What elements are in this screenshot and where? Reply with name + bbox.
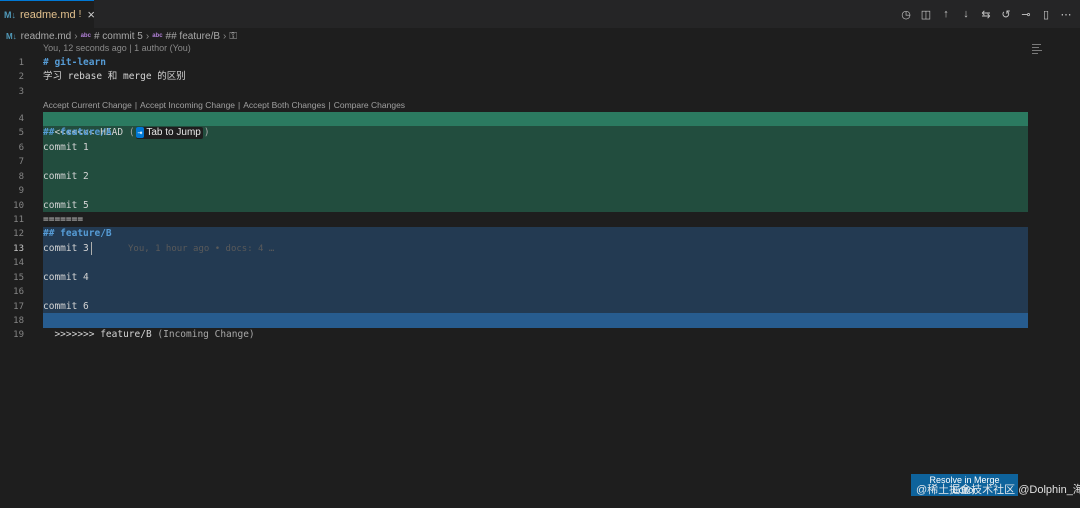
source-control-icon[interactable]: ⇆ [978, 6, 994, 22]
line-number: 7 [18, 157, 24, 167]
accept-current-change-button[interactable]: Accept Current Change [43, 100, 132, 110]
breadcrumb-commit-5[interactable]: # commit 5 [94, 31, 143, 42]
code-line-1[interactable]: # git-learn [43, 56, 106, 70]
incoming-change-highlight [43, 227, 1028, 313]
merge-codelens: Accept Current Change | Accept Incoming … [43, 100, 406, 110]
symbol-string-icon: abc [80, 33, 91, 39]
code-line-10[interactable]: commit 5 [43, 199, 89, 213]
conflict-marker: ! [78, 9, 82, 20]
line-number: 15 [13, 273, 24, 283]
chevron-right-icon: › [223, 30, 227, 42]
line-number: 9 [18, 186, 24, 196]
incoming-change-label: (Incoming Change) [157, 329, 255, 340]
line-number: 11 [13, 215, 24, 225]
more-actions-icon[interactable]: ⋯ [1058, 6, 1074, 22]
breadcrumb: M↓ readme.md › abc # commit 5 › abc ## f… [0, 29, 1080, 43]
line-number: 2 [18, 72, 24, 82]
code-line-6[interactable]: commit 1 [43, 141, 89, 155]
compare-changes-button[interactable]: Compare Changes [334, 100, 405, 110]
code-line-13[interactable]: commit 3 [43, 242, 89, 256]
code-line-11[interactable]: ======= [43, 213, 83, 227]
breadcrumb-feature-b[interactable]: ## feature/B [166, 31, 220, 42]
symbol-string-icon: abc [152, 33, 163, 39]
editor-actions: ◷ ◫ ↑ ↓ ⇆ ↺ ⊸ ▯ ⋯ [898, 4, 1074, 24]
line-number: 10 [13, 201, 24, 211]
watermark: @稀土掘金技术社区 @Dolphin_海豚 [916, 484, 1080, 496]
commit-node-icon[interactable]: ⊸ [1018, 6, 1034, 22]
text-cursor [91, 242, 92, 255]
line-number: 4 [18, 114, 24, 124]
chevron-right-icon: › [74, 30, 78, 42]
line-number: 6 [18, 143, 24, 153]
line-number: 18 [13, 316, 24, 326]
line-number: 17 [13, 302, 24, 312]
line-number: 1 [18, 58, 24, 68]
timeline-icon[interactable]: ◷ [898, 6, 914, 22]
code-line-5[interactable]: ## feature/A [43, 126, 112, 140]
breadcrumb-file[interactable]: readme.md [21, 31, 72, 42]
split-editor-icon[interactable]: ▯ [1038, 6, 1054, 22]
tab-key-icon: ⇥ [135, 127, 145, 138]
tab-title: readme.md [20, 8, 76, 21]
accept-incoming-change-button[interactable]: Accept Incoming Change [140, 100, 235, 110]
line-number: 19 [13, 330, 24, 340]
code-line-12[interactable]: ## feature/B [43, 227, 112, 241]
code-line-2[interactable]: 学习 rebase 和 merge 的区别 [43, 70, 186, 84]
code-line-15[interactable]: commit 4 [43, 271, 89, 285]
conflict-end-marker: >>>>>>> feature/B [54, 329, 158, 340]
line-number: 3 [18, 87, 24, 97]
code-line-17[interactable]: commit 6 [43, 300, 89, 314]
next-conflict-icon[interactable]: ↓ [958, 6, 974, 22]
close-icon[interactable]: × [87, 7, 95, 22]
line-number: 12 [13, 229, 24, 239]
line-number: 16 [13, 287, 24, 297]
line-number: 5 [18, 128, 24, 138]
open-changes-icon[interactable]: ◫ [918, 6, 934, 22]
code-line-4[interactable]: <<<<<<< HEAD (⇥ Tab to Jump) [43, 112, 210, 139]
line-number: 8 [18, 172, 24, 182]
tab-to-jump-hint: ⇥ Tab to Jump [135, 126, 203, 139]
code-line-8[interactable]: commit 2 [43, 170, 89, 184]
tab-to-jump-label: Tab to Jump [146, 126, 201, 138]
chevron-right-icon: › [145, 30, 150, 42]
inline-blame[interactable]: You, 1 hour ago • docs: 4 … [128, 242, 274, 256]
markdown-file-icon: M↓ [6, 31, 17, 41]
symbol-key-icon[interactable]: ⚿ [229, 31, 237, 42]
tab-bar: M↓ readme.md ! × ◷ ◫ ↑ ↓ ⇆ ↺ ⊸ ▯ ⋯ [0, 0, 1080, 28]
blame-codelens[interactable]: You, 12 seconds ago | 1 author (You) [43, 43, 191, 53]
line-number-active: 13 [13, 244, 24, 254]
minimap[interactable] [1032, 44, 1044, 58]
accept-both-changes-button[interactable]: Accept Both Changes [243, 100, 325, 110]
markdown-file-icon: M↓ [4, 9, 16, 20]
tab-readme[interactable]: M↓ readme.md ! × [0, 0, 95, 28]
previous-conflict-icon[interactable]: ↑ [938, 6, 954, 22]
go-back-icon[interactable]: ↺ [998, 6, 1014, 22]
code-line-18[interactable]: >>>>>>> feature/B (Incoming Change) [43, 314, 254, 340]
line-number: 14 [13, 258, 24, 268]
